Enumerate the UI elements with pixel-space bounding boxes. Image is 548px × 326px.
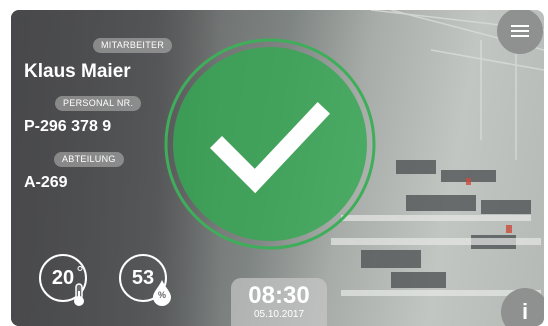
clock-date: 05.10.2017 [253,309,305,320]
clock-panel: 08:30 05.10.2017 [231,278,327,326]
terminal-screen: MITARBEITER Klaus Maier PERSONAL NR. P-2… [11,10,544,326]
info-button[interactable]: i [501,288,544,326]
thermometer-icon [74,283,84,306]
department-label: ABTEILUNG [54,152,124,167]
info-icon: i [521,299,529,324]
humidity-unit: % [157,290,166,300]
degree-mark [77,266,83,271]
clock-time: 08:30 [248,282,310,309]
menu-button[interactable] [497,10,543,54]
temperature-gauge: 20 [39,254,87,306]
personnel-number: P-296 378 9 [24,118,112,135]
humidity-gauge: 53 % [119,254,171,306]
menu-icon [511,25,529,37]
employee-name-label: MITARBEITER [93,38,173,53]
personnel-number-label: PERSONAL NR. [55,96,142,111]
department-value: A-269 [24,174,68,191]
success-indicator [164,38,376,250]
employee-name: Klaus Maier [24,61,131,82]
